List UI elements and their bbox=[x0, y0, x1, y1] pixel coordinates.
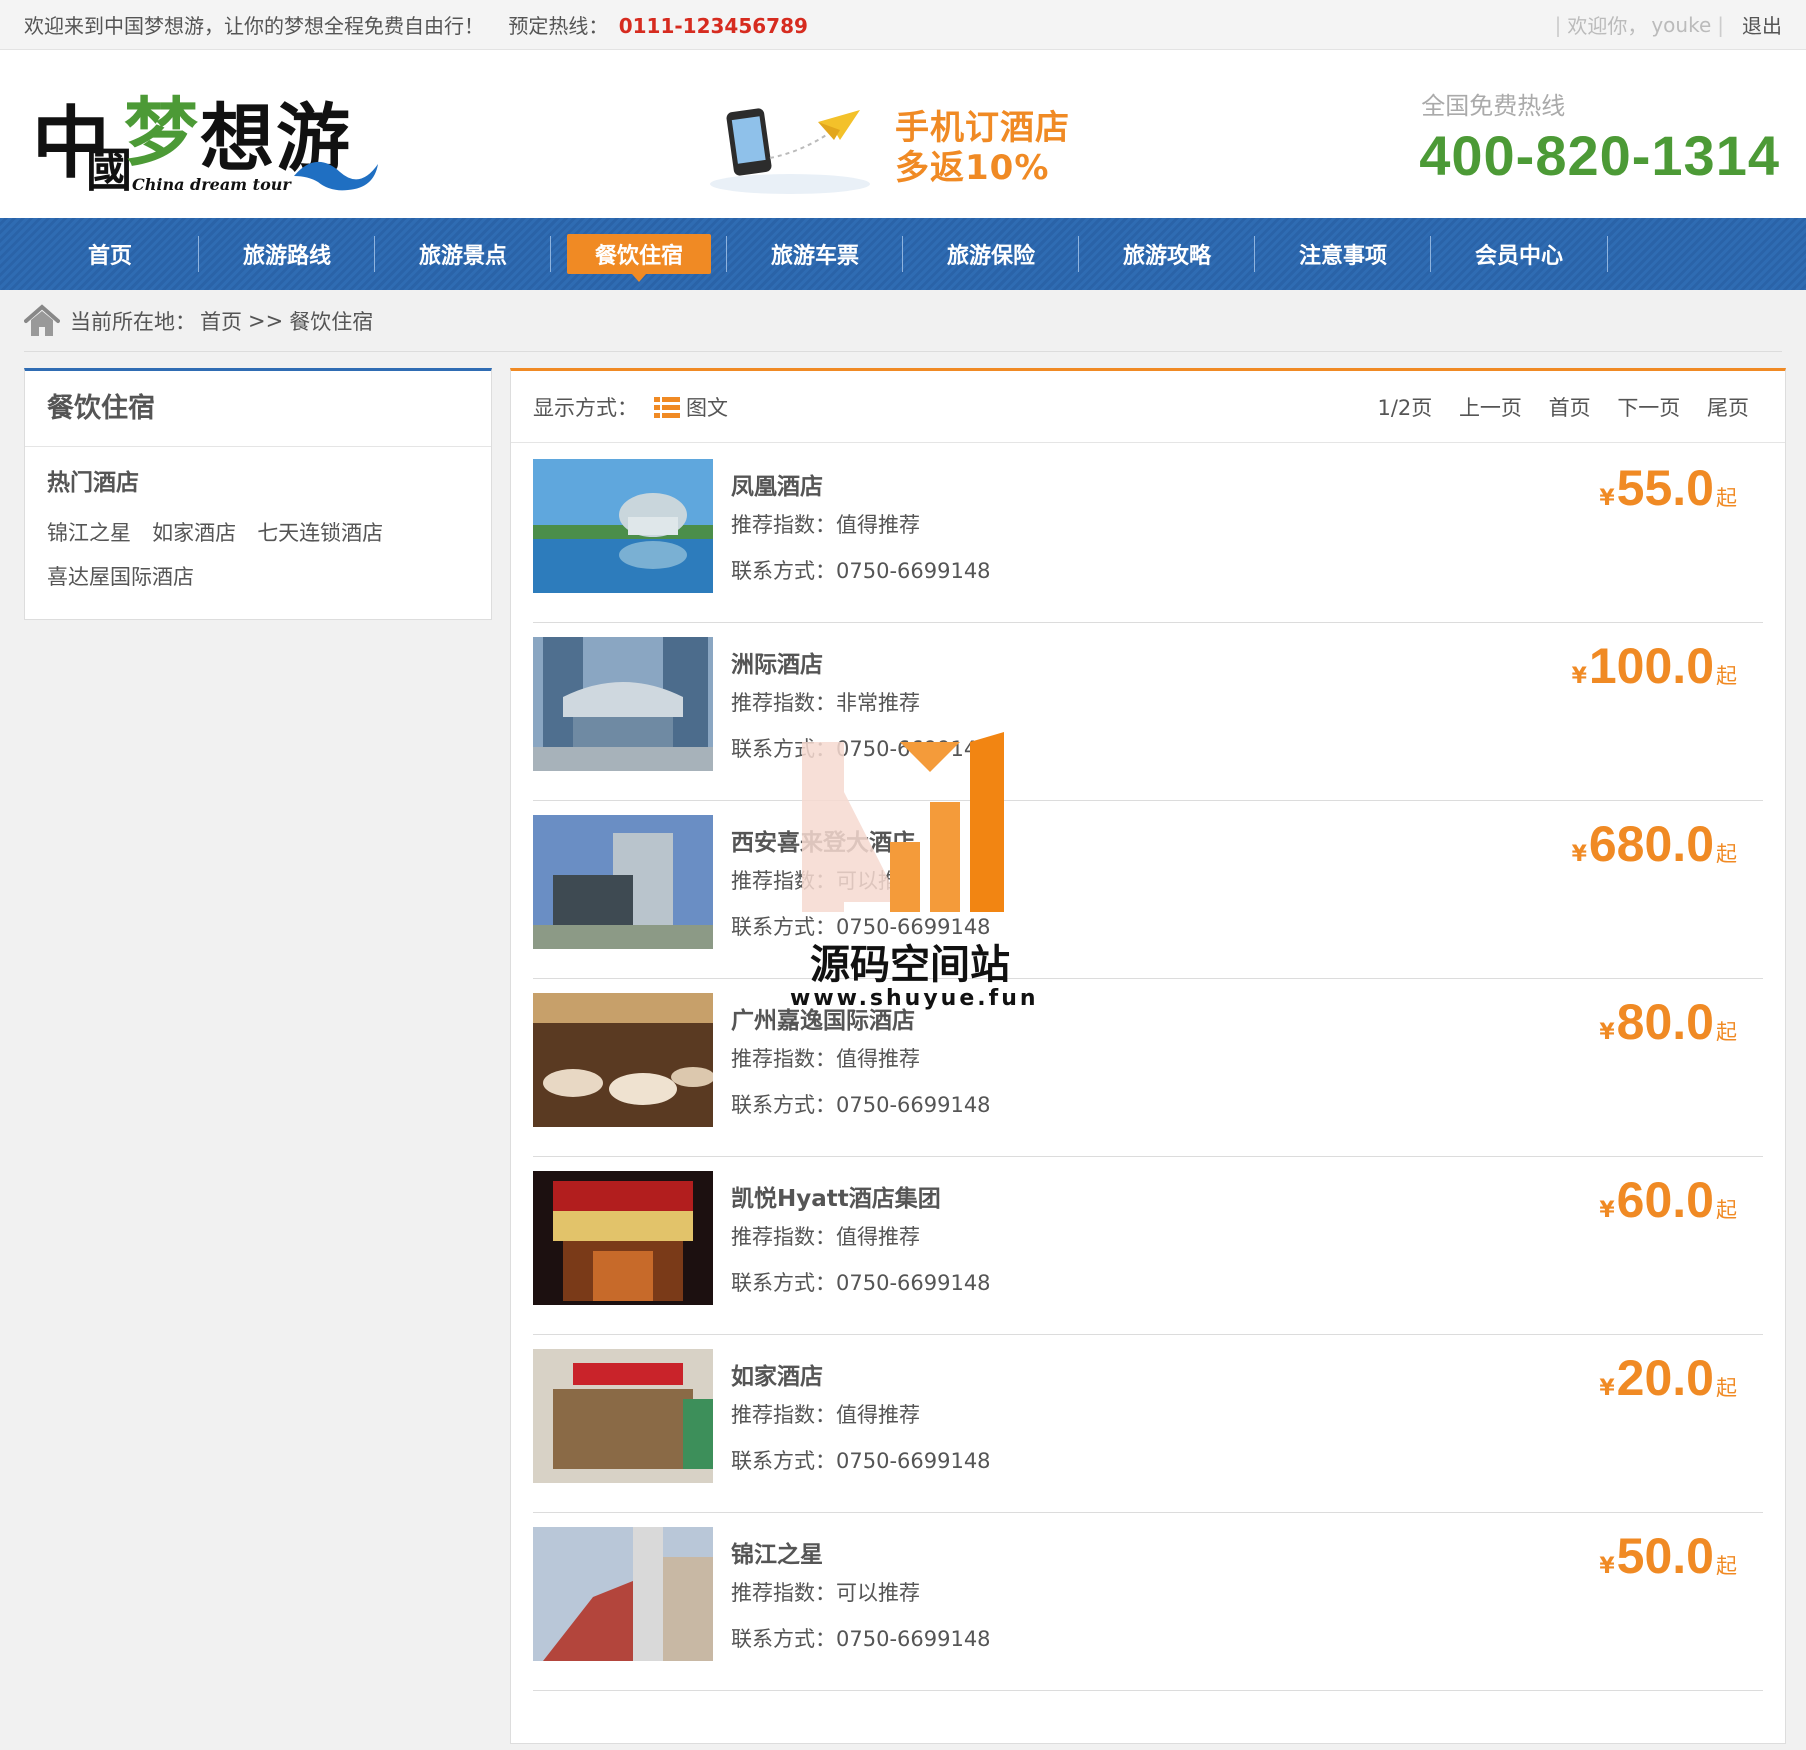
hotel-price: ¥680.0 起 bbox=[1571, 816, 1737, 872]
hotel-photo[interactable] bbox=[533, 815, 713, 949]
hotel-recommendation: 推荐指数：可以推荐 bbox=[731, 869, 920, 893]
hotel-contact: 联系方式：0750-6699148 bbox=[731, 737, 991, 761]
hotel-photo[interactable] bbox=[533, 637, 713, 771]
hotel-row: 广州嘉逸国际酒店 推荐指数：值得推荐 联系方式：0750-6699148 ¥80… bbox=[533, 979, 1763, 1157]
hotel-row: 凤凰酒店 推荐指数：值得推荐 联系方式：0750-6699148 ¥55.0 起 bbox=[533, 445, 1763, 623]
hotel-recommendation: 推荐指数：值得推荐 bbox=[731, 513, 920, 537]
nav-item-routes[interactable]: 旅游路线 bbox=[199, 218, 375, 290]
hotel-contact: 联系方式：0750-6699148 bbox=[731, 1271, 991, 1295]
hotel-name[interactable]: 广州嘉逸国际酒店 bbox=[731, 1001, 915, 1035]
page-info: 1/2页 bbox=[1377, 395, 1433, 420]
hotel-photo[interactable] bbox=[533, 1171, 713, 1305]
prev-page-link[interactable]: 上一页 bbox=[1459, 396, 1522, 420]
welcome-message: 欢迎来到中国梦想游，让你的梦想全程免费自由行！ bbox=[24, 14, 484, 38]
hotline-label: 预定热线： bbox=[508, 14, 609, 38]
breadcrumb-sep: >> bbox=[248, 308, 284, 333]
display-mode: 显示方式： 图文 bbox=[533, 392, 728, 422]
sidebar: 餐饮住宿 热门酒店 锦江之星 如家酒店 七天连锁酒店 喜达屋国际酒店 bbox=[24, 368, 492, 620]
hotel-photo[interactable] bbox=[533, 459, 713, 593]
hotel-contact: 联系方式：0750-6699148 bbox=[731, 559, 991, 583]
free-hotline-number: 400-820-1314 bbox=[1419, 124, 1780, 187]
breadcrumb: 当前所在地： 首页 >> 餐饮住宿 bbox=[24, 290, 1782, 352]
user-area: | 欢迎你， youke | 退出 bbox=[1549, 10, 1782, 39]
home-icon bbox=[24, 303, 60, 336]
nav-item-dining-lodging[interactable]: 餐饮住宿 bbox=[551, 218, 727, 290]
welcome-text: 欢迎来到中国梦想游，让你的梦想全程免费自由行！ 预定热线： 0111-12345… bbox=[24, 10, 808, 39]
hotel-name[interactable]: 锦江之星 bbox=[731, 1535, 823, 1569]
sidebar-title: 餐饮住宿 bbox=[25, 371, 491, 447]
hotel-photo[interactable] bbox=[533, 1349, 713, 1483]
logout-link[interactable]: 退出 bbox=[1742, 10, 1782, 39]
nav-item-insurance[interactable]: 旅游保险 bbox=[903, 218, 1079, 290]
pager: 1/2页 上一页 首页 下一页 尾页 bbox=[1377, 392, 1763, 422]
hotel-price: ¥60.0 起 bbox=[1599, 1172, 1737, 1228]
hotel-price: ¥55.0 起 bbox=[1599, 460, 1737, 516]
hotel-price: ¥20.0 起 bbox=[1599, 1350, 1737, 1406]
hotel-row: 洲际酒店 推荐指数：非常推荐 联系方式：0750-6699148 ¥100.0 起 bbox=[533, 623, 1763, 801]
site-logo[interactable]: 中 國 梦 想 游 China dream tour bbox=[32, 78, 392, 198]
first-page-link[interactable]: 首页 bbox=[1549, 396, 1591, 420]
hotline-number: 0111-123456789 bbox=[618, 14, 808, 38]
free-hotline-label: 全国免费热线 bbox=[1421, 92, 1566, 120]
hotel-name[interactable]: 凤凰酒店 bbox=[731, 467, 823, 501]
display-label: 显示方式： bbox=[533, 395, 638, 420]
hotel-contact: 联系方式：0750-6699148 bbox=[731, 1627, 991, 1651]
sidebar-link-jinjiang[interactable]: 锦江之星 bbox=[47, 517, 131, 547]
breadcrumb-prefix: 当前所在地： bbox=[70, 309, 196, 334]
phone-icon bbox=[710, 108, 870, 194]
free-hotline: 全国免费热线 400-820-1314 bbox=[1419, 86, 1780, 188]
hotel-price: ¥50.0 起 bbox=[1599, 1528, 1737, 1584]
hot-hotel-links: 锦江之星 如家酒店 七天连锁酒店 喜达屋国际酒店 bbox=[25, 497, 491, 591]
mobile-promo[interactable]: 手机订酒店 多返10% bbox=[710, 98, 1090, 198]
nav-item-home[interactable]: 首页 bbox=[22, 218, 198, 290]
svg-text:China dream tour: China dream tour bbox=[132, 175, 292, 194]
promo-line-2: 多返10% bbox=[895, 148, 1050, 188]
site-header: 中 國 梦 想 游 China dream tour 手机订酒店 多返10% 全… bbox=[0, 50, 1806, 218]
hotel-row: 西安喜来登大酒店 推荐指数：可以推荐 联系方式：0750-6699148 ¥68… bbox=[533, 801, 1763, 979]
hotel-price: ¥80.0 起 bbox=[1599, 994, 1737, 1050]
hotel-contact: 联系方式：0750-6699148 bbox=[731, 1093, 991, 1117]
sidebar-link-7days[interactable]: 七天连锁酒店 bbox=[257, 517, 383, 547]
hotel-name[interactable]: 如家酒店 bbox=[731, 1357, 823, 1391]
breadcrumb-home[interactable]: 首页 bbox=[200, 306, 242, 336]
nav-item-member-center[interactable]: 会员中心 bbox=[1431, 218, 1607, 290]
hotel-name[interactable]: 洲际酒店 bbox=[731, 645, 823, 679]
list-toolbar: 显示方式： 图文 1/2页 上一页 首页 下一页 尾页 bbox=[511, 371, 1785, 443]
hotel-name[interactable]: 凯悦Hyatt酒店集团 bbox=[731, 1179, 941, 1213]
last-page-link[interactable]: 尾页 bbox=[1707, 396, 1749, 420]
breadcrumb-current: 餐饮住宿 bbox=[289, 309, 374, 334]
display-mode-label[interactable]: 图文 bbox=[686, 392, 728, 422]
hotel-name[interactable]: 西安喜来登大酒店 bbox=[731, 823, 915, 857]
hotel-recommendation: 推荐指数：值得推荐 bbox=[731, 1047, 920, 1071]
hotel-photo[interactable] bbox=[533, 993, 713, 1127]
hotel-contact: 联系方式：0750-6699148 bbox=[731, 915, 991, 939]
hotel-row: 锦江之星 推荐指数：可以推荐 联系方式：0750-6699148 ¥50.0 起 bbox=[533, 1513, 1763, 1691]
hotel-photo[interactable] bbox=[533, 1527, 713, 1661]
hotel-recommendation: 推荐指数：值得推荐 bbox=[731, 1403, 920, 1427]
nav-item-attractions[interactable]: 旅游景点 bbox=[375, 218, 551, 290]
list-view-icon[interactable] bbox=[654, 396, 680, 418]
hotel-recommendation: 推荐指数：值得推荐 bbox=[731, 1225, 920, 1249]
hotel-list-panel: 显示方式： 图文 1/2页 上一页 首页 下一页 尾页 凤凰酒店 推荐指数：值得… bbox=[510, 368, 1786, 1744]
main-nav: 首页 旅游路线 旅游景点 餐饮住宿 旅游车票 旅游保险 旅游攻略 注意事项 会员… bbox=[0, 218, 1806, 290]
svg-text:梦: 梦 bbox=[124, 90, 198, 176]
nav-item-notices[interactable]: 注意事项 bbox=[1255, 218, 1431, 290]
svg-text:想: 想 bbox=[200, 96, 274, 182]
sidebar-subtitle: 热门酒店 bbox=[47, 470, 139, 496]
top-bar: 欢迎来到中国梦想游，让你的梦想全程免费自由行！ 预定热线： 0111-12345… bbox=[0, 0, 1806, 50]
username: youke bbox=[1651, 12, 1712, 37]
hotel-recommendation: 推荐指数：非常推荐 bbox=[731, 691, 920, 715]
next-page-link[interactable]: 下一页 bbox=[1617, 396, 1680, 420]
sidebar-link-rujia[interactable]: 如家酒店 bbox=[152, 517, 236, 547]
hotel-recommendation: 推荐指数：可以推荐 bbox=[731, 1581, 920, 1605]
hotel-row: 凯悦Hyatt酒店集团 推荐指数：值得推荐 联系方式：0750-6699148 … bbox=[533, 1157, 1763, 1335]
greeting-text: 欢迎你， bbox=[1567, 14, 1648, 38]
hotel-contact: 联系方式：0750-6699148 bbox=[731, 1449, 991, 1473]
hotel-price: ¥100.0 起 bbox=[1571, 638, 1737, 694]
hotel-row: 如家酒店 推荐指数：值得推荐 联系方式：0750-6699148 ¥20.0 起 bbox=[533, 1335, 1763, 1513]
sidebar-link-starwood[interactable]: 喜达屋国际酒店 bbox=[47, 561, 194, 591]
nav-item-guides[interactable]: 旅游攻略 bbox=[1079, 218, 1255, 290]
nav-item-tickets[interactable]: 旅游车票 bbox=[727, 218, 903, 290]
